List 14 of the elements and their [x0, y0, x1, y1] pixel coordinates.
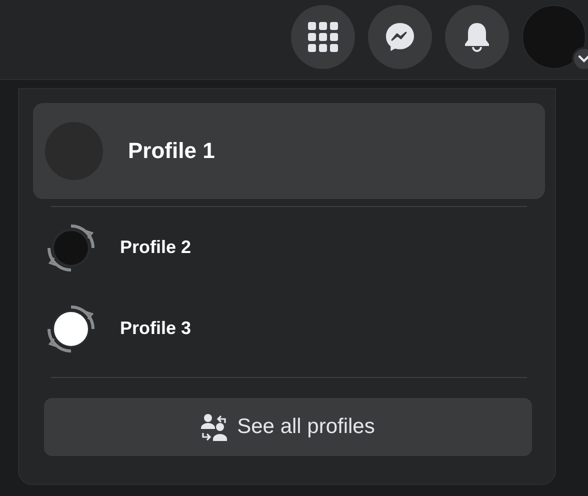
profile-card[interactable]: Profile 1	[33, 103, 545, 199]
profile-name: Profile 1	[128, 138, 215, 164]
profile-name: Profile 3	[120, 318, 192, 339]
bell-icon	[462, 20, 492, 52]
switch-ring-icon	[46, 304, 96, 354]
profile-row[interactable]: Profile 3	[33, 288, 545, 369]
switch-profiles-icon	[201, 413, 230, 441]
grid-icon	[308, 22, 338, 52]
see-all-profiles-button[interactable]: See all profiles	[44, 398, 532, 456]
chat-bubble-icon	[384, 20, 416, 52]
profile-name: Profile 2	[120, 237, 192, 258]
profile-row[interactable]: Profile 2	[33, 207, 545, 288]
chevron-down-icon	[578, 54, 588, 62]
switch-ring-icon	[46, 222, 96, 272]
